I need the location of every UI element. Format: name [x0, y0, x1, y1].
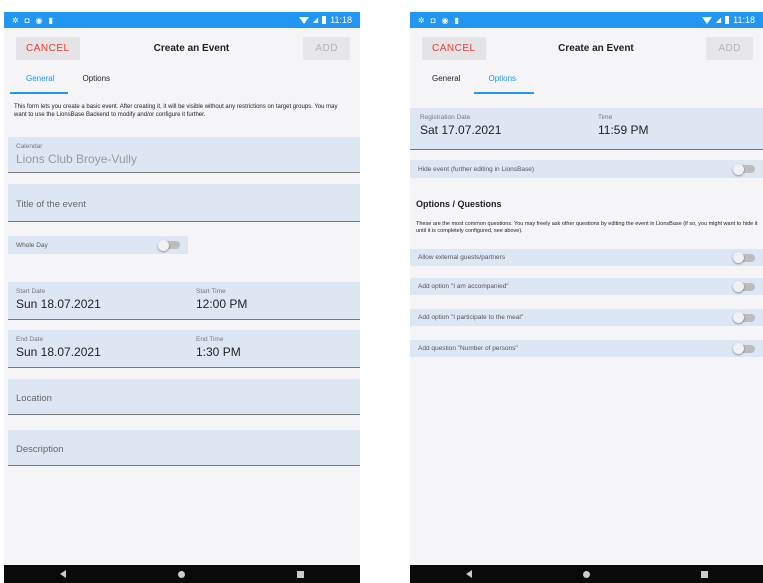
option-label: Add option "I participate to the meal": [418, 314, 524, 321]
registration-date-field[interactable]: Registration Date Sat 17.07.2021: [420, 114, 501, 137]
start-time-value: 12:00 PM: [196, 297, 248, 311]
end-time-field[interactable]: End Time 1:30 PM: [196, 336, 241, 359]
tab-bar: General Options: [4, 68, 360, 96]
status-time: 11:18: [330, 15, 352, 25]
back-icon[interactable]: [60, 570, 66, 578]
registration-row: Registration Date Sat 17.07.2021 Time 11…: [410, 108, 763, 150]
end-time-value: 1:30 PM: [196, 345, 241, 359]
location-field[interactable]: Location: [8, 379, 360, 415]
page-title: Create an Event: [558, 42, 634, 54]
signal-icon: ◢: [715, 17, 722, 24]
end-date-label: End Date: [16, 336, 44, 343]
description-placeholder: Description: [16, 444, 64, 455]
sd-card-icon: ▮: [48, 16, 53, 25]
sync-icon: ◉: [35, 16, 43, 25]
start-date-field[interactable]: Start Date Sun 18.07.2021: [16, 288, 101, 311]
tab-indicator: [474, 92, 534, 94]
status-bar: ✲ ◘ ◉ ▮ ◢ 11:18: [410, 12, 763, 28]
whole-day-label: Whole Day: [16, 241, 48, 249]
start-date-value: Sun 18.07.2021: [16, 297, 101, 311]
option-switch[interactable]: [733, 343, 755, 354]
end-date-value: Sun 18.07.2021: [16, 345, 101, 359]
calendar-field[interactable]: Calendar Lions Club Broye-Vully: [8, 137, 360, 173]
notification-icon: ◘: [430, 16, 436, 25]
registration-time-value: 11:59 PM: [598, 123, 649, 137]
back-icon[interactable]: [465, 570, 472, 578]
battery-icon: [322, 16, 327, 24]
calendar-label: Calendar: [16, 143, 43, 150]
option-switch[interactable]: [733, 281, 755, 292]
signal-icon: ◢: [312, 17, 319, 24]
tab-options[interactable]: Options: [68, 68, 124, 96]
option-switch[interactable]: [733, 252, 755, 263]
whole-day-switch[interactable]: [158, 239, 180, 251]
app-bar: CANCEL Create an Event ADD: [4, 28, 360, 68]
app-bar: CANCEL Create an Event ADD: [410, 28, 763, 68]
end-time-label: End Time: [196, 336, 224, 343]
add-button[interactable]: ADD: [706, 36, 753, 60]
battery-icon: [725, 16, 730, 24]
description-field[interactable]: Description: [8, 430, 360, 466]
page-title: Create an Event: [153, 42, 230, 54]
cancel-button[interactable]: CANCEL: [422, 36, 486, 60]
end-date-field[interactable]: End Date Sun 18.07.2021: [16, 336, 101, 359]
home-icon[interactable]: [582, 570, 590, 578]
recents-icon[interactable]: [700, 570, 708, 578]
tab-indicator: [10, 92, 68, 94]
notification-icon: ◘: [24, 16, 30, 25]
location-placeholder: Location: [16, 393, 52, 404]
option-row: Add option "I am accompanied": [410, 278, 763, 295]
add-button[interactable]: ADD: [303, 36, 350, 60]
intro-text: This form lets you create a basic event.…: [14, 104, 338, 118]
registration-time-field[interactable]: Time 11:59 PM: [598, 114, 648, 137]
option-switch[interactable]: [733, 312, 755, 323]
screen-options: ✲ ◘ ◉ ▮ ◢ 11:18 CANCEL Create an Event ADD …: [410, 12, 763, 583]
hide-event-row: Hide event (further editing in LionsBase…: [410, 160, 763, 178]
calendar-value: Lions Club Broye-Vully: [16, 152, 137, 166]
hide-event-switch[interactable]: [733, 163, 755, 175]
home-icon[interactable]: [178, 570, 185, 578]
wifi-icon: [701, 16, 712, 24]
sd-card-icon: ▮: [454, 16, 459, 25]
recents-icon[interactable]: [297, 570, 304, 578]
status-time: 11:18: [733, 15, 755, 25]
settings-icon: ✲: [418, 16, 425, 25]
options-section-text: These are the most common questions. You…: [416, 221, 758, 234]
settings-icon: ✲: [12, 16, 19, 25]
whole-day-row: Whole Day: [8, 236, 188, 254]
option-label: Add option "I am accompanied": [418, 283, 509, 290]
start-row: Start Date Sun 18.07.2021 Start Time 12:…: [8, 282, 360, 320]
status-bar: ✲ ◘ ◉ ▮ ◢ 11:18: [4, 12, 360, 28]
hide-event-label: Hide event (further editing in LionsBase…: [418, 165, 534, 173]
option-row: Add question "Number of persons": [410, 340, 763, 357]
tab-bar: General Options: [410, 68, 763, 96]
option-row: Allow external guests/partners: [410, 249, 763, 266]
registration-date-value: Sat 17.07.2021: [420, 123, 502, 137]
registration-time-label: Time: [598, 114, 613, 121]
end-row: End Date Sun 18.07.2021 End Time 1:30 PM: [8, 330, 360, 368]
start-time-label: Start Time: [196, 288, 226, 295]
tab-general[interactable]: General: [418, 68, 474, 96]
nav-bar: [410, 565, 763, 583]
title-field[interactable]: Title of the event: [8, 184, 360, 222]
sync-icon: ◉: [441, 16, 449, 25]
option-label: Allow external guests/partners: [418, 254, 506, 261]
start-time-field[interactable]: Start Time 12:00 PM: [196, 288, 247, 311]
wifi-icon: [298, 16, 309, 24]
screen-general: ✲ ◘ ◉ ▮ ◢ 11:18 CANCEL Create an Event ADD …: [4, 12, 360, 583]
cancel-button[interactable]: CANCEL: [16, 36, 80, 60]
start-date-label: Start Date: [16, 288, 46, 295]
option-label: Add question "Number of persons": [418, 345, 518, 352]
title-placeholder: Title of the event: [16, 199, 86, 210]
option-row: Add option "I participate to the meal": [410, 309, 763, 326]
nav-bar: [4, 565, 360, 583]
options-section-title: Options / Questions: [416, 199, 502, 209]
registration-date-label: Registration Date: [420, 114, 471, 121]
